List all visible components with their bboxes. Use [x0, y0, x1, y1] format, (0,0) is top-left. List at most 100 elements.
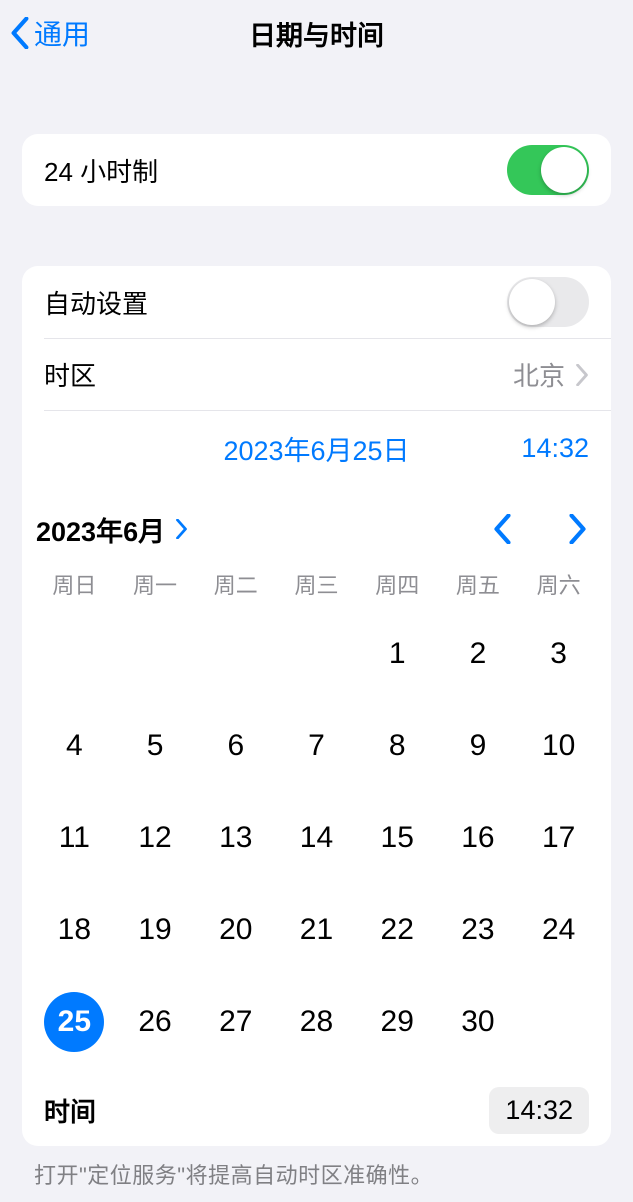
calendar-day-number: 9 [448, 716, 508, 776]
calendar-day-number: 8 [367, 716, 427, 776]
calendar-day-number: 18 [44, 900, 104, 960]
calendar-day[interactable]: 22 [359, 900, 436, 960]
calendar-day[interactable]: 23 [440, 900, 517, 960]
calendar-day[interactable]: 7 [278, 716, 355, 776]
calendar-day[interactable]: 16 [440, 808, 517, 868]
calendar-day-number: 16 [448, 808, 508, 868]
timezone-row[interactable]: 时区 北京 [44, 338, 611, 410]
selected-time-display[interactable]: 14:32 [479, 433, 589, 464]
calendar-blank [278, 624, 355, 684]
calendar-day[interactable]: 15 [359, 808, 436, 868]
calendar-day[interactable]: 11 [36, 808, 113, 868]
calendar-day-number: 6 [206, 716, 266, 776]
auto-set-label: 自动设置 [44, 284, 507, 321]
weekday-header: 周一 [117, 568, 194, 600]
calendar-day-number: 24 [529, 900, 589, 960]
24-hour-label: 24 小时制 [44, 152, 507, 189]
calendar-day[interactable]: 20 [197, 900, 274, 960]
calendar-day-number: 19 [125, 900, 185, 960]
month-picker[interactable]: 2023年6月 [36, 510, 188, 549]
calendar-day[interactable]: 9 [440, 716, 517, 776]
selected-date-display[interactable]: 2023年6月25日 [44, 429, 479, 468]
weekday-header: 周二 [197, 568, 274, 600]
calendar-blank [36, 624, 113, 684]
calendar-day[interactable]: 17 [520, 808, 597, 868]
calendar-day-number: 22 [367, 900, 427, 960]
calendar-day[interactable]: 5 [117, 716, 194, 776]
calendar-day[interactable]: 3 [520, 624, 597, 684]
month-label: 2023年6月 [36, 510, 165, 549]
calendar-day[interactable]: 1 [359, 624, 436, 684]
calendar-day-number: 29 [367, 992, 427, 1052]
calendar-blank [197, 624, 274, 684]
chevron-left-icon [10, 17, 30, 49]
calendar-day-number: 17 [529, 808, 589, 868]
calendar-day[interactable]: 18 [36, 900, 113, 960]
footer-note: 打开"定位服务"将提高自动时区准确性。 [0, 1146, 633, 1202]
calendar-day-number: 14 [286, 808, 346, 868]
timezone-label: 时区 [44, 356, 513, 393]
calendar-day[interactable]: 25 [36, 992, 113, 1052]
calendar-day[interactable]: 4 [36, 716, 113, 776]
auto-set-row: 自动设置 [22, 266, 611, 338]
chevron-left-icon [493, 514, 512, 544]
calendar-day[interactable]: 2 [440, 624, 517, 684]
back-button[interactable]: 通用 [0, 13, 90, 53]
chevron-right-icon [175, 519, 188, 539]
calendar-day[interactable]: 8 [359, 716, 436, 776]
calendar-day[interactable]: 19 [117, 900, 194, 960]
calendar-day-number: 10 [529, 716, 589, 776]
calendar-day-number: 28 [286, 992, 346, 1052]
calendar-day[interactable]: 26 [117, 992, 194, 1052]
calendar-day[interactable]: 13 [197, 808, 274, 868]
calendar-day-number: 25 [44, 992, 104, 1052]
calendar-day-number: 20 [206, 900, 266, 960]
time-label: 时间 [44, 1092, 489, 1129]
calendar-day-number: 4 [44, 716, 104, 776]
calendar-day-number: 27 [206, 992, 266, 1052]
calendar-day[interactable]: 6 [197, 716, 274, 776]
calendar-day[interactable]: 21 [278, 900, 355, 960]
calendar-day-number: 11 [44, 808, 104, 868]
calendar-day[interactable]: 24 [520, 900, 597, 960]
calendar: 2023年6月 周日周一周二周三周四周五周六 12345678910111213… [22, 486, 611, 1146]
weekday-header: 周四 [359, 568, 436, 600]
weekday-header: 周六 [520, 568, 597, 600]
calendar-day[interactable]: 12 [117, 808, 194, 868]
calendar-day[interactable]: 27 [197, 992, 274, 1052]
switch-knob [509, 279, 555, 325]
calendar-day-number: 30 [448, 992, 508, 1052]
calendar-day[interactable]: 14 [278, 808, 355, 868]
auto-set-switch[interactable] [507, 277, 589, 327]
chevron-right-icon [575, 364, 589, 386]
weekday-header: 周三 [278, 568, 355, 600]
calendar-day-number: 21 [286, 900, 346, 960]
back-label: 通用 [34, 13, 90, 53]
calendar-day-number: 7 [286, 716, 346, 776]
weekday-header: 周日 [36, 568, 113, 600]
calendar-day-number: 15 [367, 808, 427, 868]
calendar-day-number: 12 [125, 808, 185, 868]
timezone-value: 北京 [513, 356, 565, 393]
calendar-day-number: 23 [448, 900, 508, 960]
calendar-day[interactable]: 30 [440, 992, 517, 1052]
calendar-day-number: 2 [448, 624, 508, 684]
calendar-day[interactable]: 28 [278, 992, 355, 1052]
24-hour-switch[interactable] [507, 145, 589, 195]
calendar-day-number: 5 [125, 716, 185, 776]
calendar-day-number: 1 [367, 624, 427, 684]
prev-month-button[interactable] [487, 508, 518, 550]
calendar-day[interactable]: 10 [520, 716, 597, 776]
time-picker[interactable]: 14:32 [489, 1087, 589, 1134]
weekday-header: 周五 [440, 568, 517, 600]
switch-knob [541, 147, 587, 193]
next-month-button[interactable] [562, 508, 593, 550]
chevron-right-icon [568, 514, 587, 544]
calendar-day[interactable]: 29 [359, 992, 436, 1052]
calendar-day-number: 13 [206, 808, 266, 868]
calendar-blank [117, 624, 194, 684]
calendar-day-number: 3 [529, 624, 589, 684]
24-hour-row: 24 小时制 [22, 134, 611, 206]
calendar-day-number: 26 [125, 992, 185, 1052]
page-title: 日期与时间 [0, 14, 633, 53]
